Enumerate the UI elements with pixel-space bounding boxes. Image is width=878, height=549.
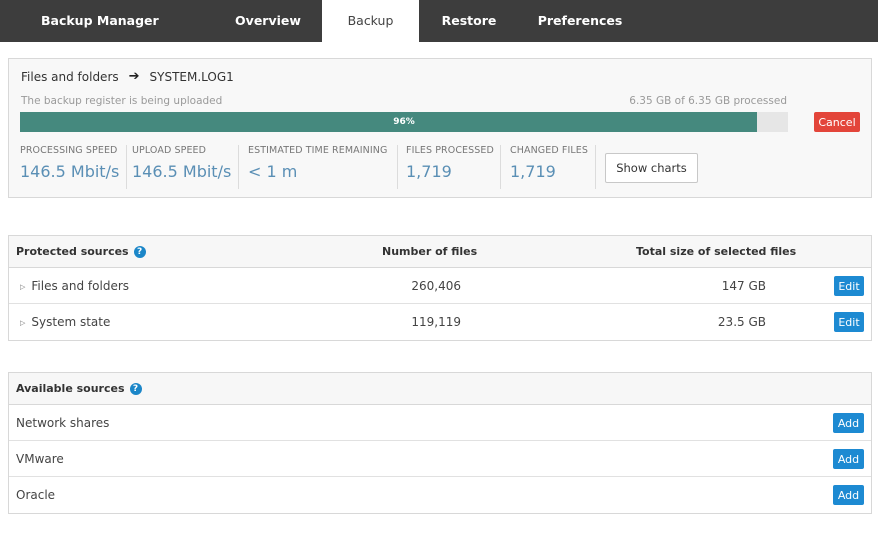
edit-button[interactable]: Edit [834, 276, 864, 296]
stat-value: < 1 m [248, 162, 298, 181]
stat-label: UPLOAD SPEED [132, 145, 207, 156]
breadcrumb: Files and folders ➔ SYSTEM.LOG1 [21, 69, 234, 84]
stat-value: 146.5 Mbit/s [132, 162, 232, 181]
header-label: Protected sources [16, 245, 129, 258]
question-circle-icon[interactable]: ? [133, 246, 146, 258]
stat-value: 146.5 Mbit/s [20, 162, 120, 181]
table-row: ▷ System state 119,119 23.5 GB Edit [9, 304, 871, 340]
stat-divider [500, 145, 501, 189]
tab-restore[interactable]: Restore [419, 0, 519, 42]
add-button[interactable]: Add [833, 449, 864, 469]
top-nav: Backup Manager Overview Backup Restore P… [0, 0, 878, 42]
table-header: Protected sources? Number of files Total… [9, 236, 871, 268]
progress-percent: 96% [393, 117, 415, 127]
stat-divider [238, 145, 239, 189]
cancel-button[interactable]: Cancel [814, 112, 860, 132]
stat-divider [126, 145, 127, 189]
progress-bar: 96% [20, 112, 788, 132]
triangle-right-icon[interactable]: ▷ [20, 305, 25, 341]
show-charts-button[interactable]: Show charts [605, 153, 698, 183]
protected-sources-table: Protected sources? Number of files Total… [8, 235, 872, 341]
source-name-label: System state [31, 315, 111, 329]
arrow-right-icon: ➔ [128, 69, 140, 84]
source-name-label: Files and folders [31, 279, 130, 293]
table-row: Network shares Add [9, 405, 871, 441]
source-name: Oracle [16, 488, 56, 502]
file-count: 260,406 [411, 279, 461, 293]
source-name[interactable]: ▷ System state [20, 304, 110, 340]
add-button[interactable]: Add [833, 413, 864, 433]
stat-upload-speed: UPLOAD SPEED 146.5 Mbit/s [132, 145, 231, 189]
question-circle-icon[interactable]: ? [129, 383, 142, 395]
stat-label: PROCESSING SPEED [20, 145, 118, 156]
header-label: Available sources [16, 382, 125, 395]
source-name: Network shares [16, 416, 110, 430]
col-number-of-files: Number of files [382, 245, 478, 258]
stat-changed-files: CHANGED FILES 1,719 [510, 145, 588, 189]
total-size: 23.5 GB [717, 315, 766, 329]
add-button[interactable]: Add [833, 485, 864, 505]
source-name: VMware [16, 452, 64, 466]
stat-label: FILES PROCESSED [406, 145, 494, 156]
stat-label: ESTIMATED TIME REMAINING [248, 145, 388, 156]
available-sources-table: Available sources? Network shares Add VM… [8, 372, 872, 514]
total-size: 147 GB [721, 279, 766, 293]
available-sources-title: Available sources? [16, 373, 142, 405]
app-brand[interactable]: Backup Manager [41, 0, 159, 42]
triangle-right-icon[interactable]: ▷ [20, 269, 25, 305]
stat-value: 1,719 [510, 162, 556, 181]
stat-files-processed: FILES PROCESSED 1,719 [406, 145, 494, 189]
stat-value: 1,719 [406, 162, 452, 181]
stat-label: CHANGED FILES [510, 145, 588, 156]
table-row: Oracle Add [9, 477, 871, 513]
col-total-size: Total size of selected files [636, 245, 797, 258]
tab-preferences[interactable]: Preferences [519, 0, 641, 42]
breadcrumb-current: SYSTEM.LOG1 [149, 69, 234, 84]
breadcrumb-root: Files and folders [21, 69, 119, 84]
tab-backup[interactable]: Backup [322, 0, 419, 42]
source-name[interactable]: ▷ Files and folders [20, 268, 129, 304]
table-row: ▷ Files and folders 260,406 147 GB Edit [9, 268, 871, 304]
protected-sources-title: Protected sources? [16, 236, 146, 268]
file-count: 119,119 [411, 315, 461, 329]
stat-divider [595, 145, 596, 189]
status-text: The backup register is being uploaded [21, 95, 223, 107]
processed-text: 6.35 GB of 6.35 GB processed [629, 95, 787, 107]
tab-overview[interactable]: Overview [214, 0, 322, 42]
table-row: VMware Add [9, 441, 871, 477]
backup-progress-panel: Files and folders ➔ SYSTEM.LOG1 The back… [8, 58, 872, 198]
stat-time-remaining: ESTIMATED TIME REMAINING < 1 m [248, 145, 387, 189]
table-header: Available sources? [9, 373, 871, 405]
stat-processing-speed: PROCESSING SPEED 146.5 Mbit/s [20, 145, 119, 189]
edit-button[interactable]: Edit [834, 312, 864, 332]
stat-divider [397, 145, 398, 189]
